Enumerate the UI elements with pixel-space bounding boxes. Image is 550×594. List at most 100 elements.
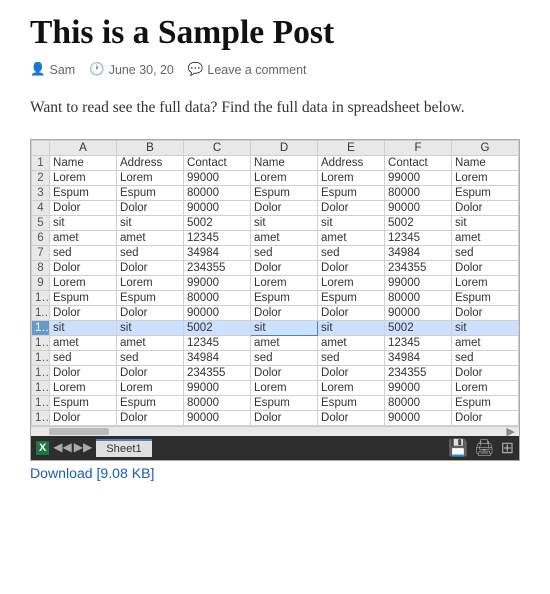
- horizontal-scrollbar[interactable]: ▶: [31, 426, 519, 436]
- table-cell: amet: [50, 230, 117, 245]
- table-cell: 99000: [385, 170, 452, 185]
- table-cell: Lorem: [50, 275, 117, 290]
- table-cell: 12345: [385, 230, 452, 245]
- table-cell: Lorem: [318, 380, 385, 395]
- table-scroll-area[interactable]: A B C D E F G 1NameAddressContactNameAdd…: [31, 140, 519, 426]
- table-cell: Name: [251, 155, 318, 170]
- col-header-b: B: [117, 140, 184, 155]
- table-row: 7sedsed34984sedsed34984sed: [32, 245, 519, 260]
- table-cell: Dolor: [117, 410, 184, 425]
- download-link[interactable]: Download [9.08 KB]: [30, 465, 154, 481]
- table-cell: 5002: [385, 215, 452, 230]
- table-cell: 90000: [184, 200, 251, 215]
- table-cell: 5002: [385, 320, 452, 335]
- table-cell: Name: [452, 155, 519, 170]
- table-cell: Dolor: [251, 260, 318, 275]
- table-cell: Address: [117, 155, 184, 170]
- table-cell: Dolor: [50, 365, 117, 380]
- table-cell: Dolor: [117, 365, 184, 380]
- table-cell: Dolor: [50, 200, 117, 215]
- table-cell: sit: [50, 215, 117, 230]
- row-number: 8: [32, 260, 50, 275]
- table-cell: Lorem: [251, 170, 318, 185]
- hscroll-thumb: [49, 428, 109, 435]
- table-cell: 99000: [385, 275, 452, 290]
- table-cell: Lorem: [251, 380, 318, 395]
- table-cell: sit: [251, 320, 318, 335]
- table-row: 16LoremLorem99000LoremLorem99000Lorem: [32, 380, 519, 395]
- row-number: 3: [32, 185, 50, 200]
- table-row: 6ametamet12345ametamet12345amet: [32, 230, 519, 245]
- table-row: 5sitsit5002sitsit5002sit: [32, 215, 519, 230]
- sheet-tab[interactable]: Sheet1: [96, 439, 151, 457]
- row-number: 12: [32, 320, 50, 335]
- row-number: 15: [32, 365, 50, 380]
- table-cell: Dolor: [318, 410, 385, 425]
- table-cell: Dolor: [318, 365, 385, 380]
- nav-prev-arrow[interactable]: ◀◀: [53, 440, 71, 455]
- table-cell: 234355: [184, 260, 251, 275]
- table-cell: Lorem: [452, 380, 519, 395]
- table-cell: 90000: [385, 410, 452, 425]
- table-row: 2LoremLorem99000LoremLorem99000Lorem: [32, 170, 519, 185]
- post-title: This is a Sample Post: [30, 14, 520, 52]
- table-cell: sit: [452, 215, 519, 230]
- row-number: 18: [32, 410, 50, 425]
- table-cell: 99000: [184, 170, 251, 185]
- table-cell: 80000: [184, 185, 251, 200]
- table-cell: Lorem: [117, 275, 184, 290]
- table-cell: 90000: [385, 200, 452, 215]
- table-cell: Dolor: [251, 365, 318, 380]
- table-cell: 80000: [385, 185, 452, 200]
- spreadsheet-table: A B C D E F G 1NameAddressContactNameAdd…: [31, 140, 519, 426]
- column-header-row: A B C D E F G: [32, 140, 519, 155]
- col-header-d: D: [251, 140, 318, 155]
- comment-link[interactable]: Leave a comment: [207, 63, 306, 77]
- row-number: 1: [32, 155, 50, 170]
- table-cell: sit: [318, 215, 385, 230]
- table-cell: sit: [117, 215, 184, 230]
- table-row: 14sedsed34984sedsed34984sed: [32, 350, 519, 365]
- table-cell: Dolor: [452, 410, 519, 425]
- table-cell: Lorem: [452, 170, 519, 185]
- row-number: 7: [32, 245, 50, 260]
- table-cell: Lorem: [452, 275, 519, 290]
- table-cell: 5002: [184, 320, 251, 335]
- table-row: 11DolorDolor90000DolorDolor90000Dolor: [32, 305, 519, 320]
- spreadsheet-embed: A B C D E F G 1NameAddressContactNameAdd…: [30, 139, 520, 461]
- table-row: 4DolorDolor90000DolorDolor90000Dolor: [32, 200, 519, 215]
- table-row: 15DolorDolor234355DolorDolor234355Dolor: [32, 365, 519, 380]
- table-cell: sed: [452, 350, 519, 365]
- table-row: 17EspumEspum80000EspumEspum80000Espum: [32, 395, 519, 410]
- corner-cell: [32, 140, 50, 155]
- table-cell: Lorem: [251, 275, 318, 290]
- table-cell: Espum: [318, 185, 385, 200]
- author-icon: 👤: [30, 62, 46, 77]
- post-date: June 30, 20: [109, 63, 174, 77]
- table-cell: Espum: [50, 185, 117, 200]
- table-row: 9LoremLorem99000LoremLorem99000Lorem: [32, 275, 519, 290]
- table-cell: Dolor: [50, 260, 117, 275]
- table-cell: Contact: [385, 155, 452, 170]
- table-cell: amet: [251, 335, 318, 350]
- comment-icon: 💬: [188, 62, 204, 77]
- post-meta: 👤 Sam 🕐 June 30, 20 💬 Leave a comment: [30, 62, 520, 77]
- footer-icon-1: 💾: [448, 438, 468, 458]
- table-cell: Dolor: [452, 200, 519, 215]
- table-row: 3EspumEspum80000EspumEspum80000Espum: [32, 185, 519, 200]
- table-cell: sed: [452, 245, 519, 260]
- table-cell: 90000: [385, 305, 452, 320]
- table-cell: Lorem: [50, 170, 117, 185]
- table-row: 13ametamet12345ametamet12345amet: [32, 335, 519, 350]
- table-cell: Espum: [251, 290, 318, 305]
- footer-icon-2: 🖨: [474, 438, 494, 458]
- table-row: 10EspumEspum80000EspumEspum80000Espum: [32, 290, 519, 305]
- footer-right: 💾 🖨 ⊞: [448, 438, 514, 458]
- table-cell: amet: [318, 230, 385, 245]
- table-cell: 12345: [385, 335, 452, 350]
- table-cell: amet: [50, 335, 117, 350]
- table-cell: sit: [117, 320, 184, 335]
- table-cell: Espum: [117, 290, 184, 305]
- nav-next-arrow[interactable]: ▶▶: [74, 440, 92, 455]
- table-cell: amet: [318, 335, 385, 350]
